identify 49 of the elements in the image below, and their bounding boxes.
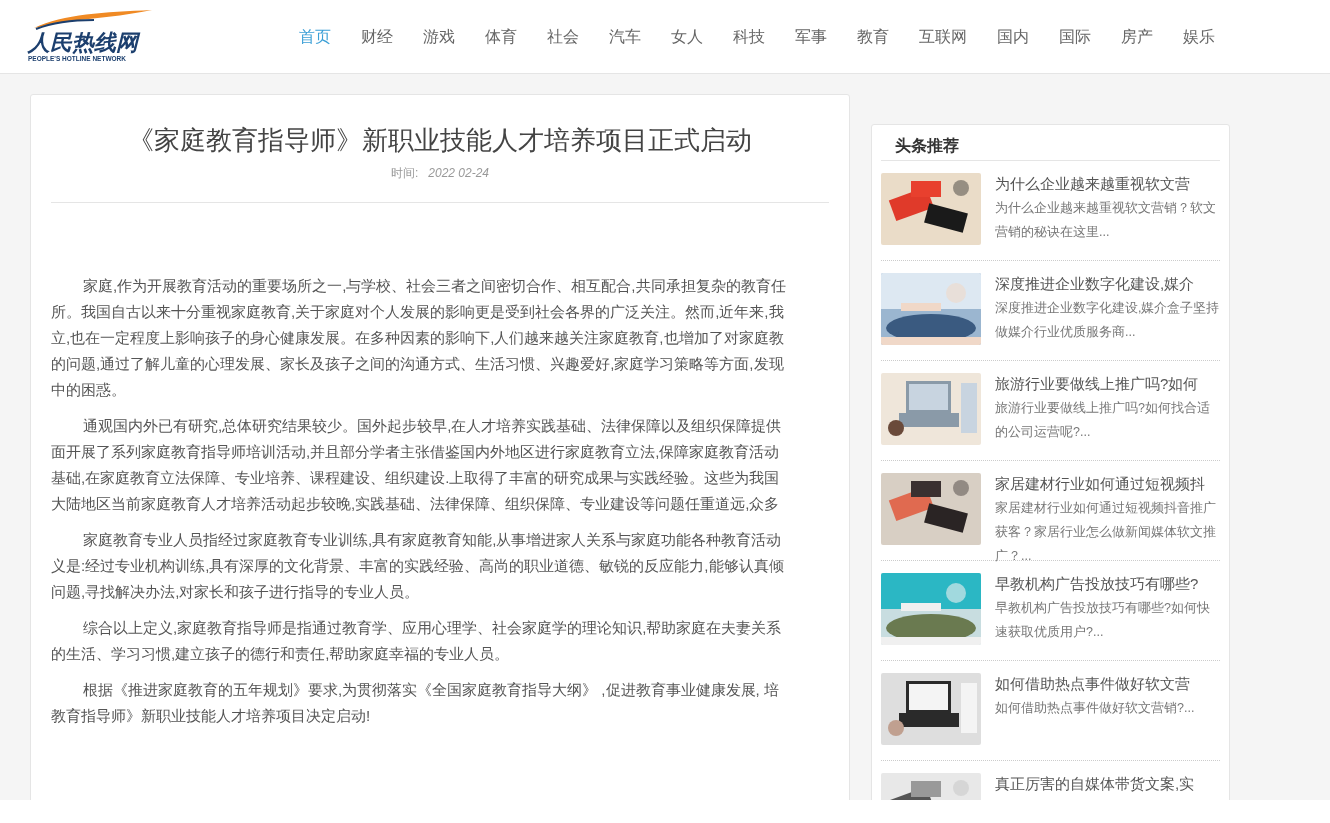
- nav-link[interactable]: 国内: [982, 24, 1044, 49]
- swoosh-icon: [34, 7, 152, 30]
- section-heading: 头条推荐: [895, 137, 959, 154]
- nav-link[interactable]: 社会: [532, 24, 594, 49]
- article-summary: 为什么企业越来越重视软文营销？软文营销的秘诀在这里...: [995, 200, 1217, 241]
- date-text: 2022 02-24: [428, 165, 490, 182]
- paragraph-line: 的生活、学习习惯,建立孩子的德行和责任,帮助家庭幸福的专业人员。: [51, 644, 510, 664]
- nav-link[interactable]: 教育: [842, 24, 904, 49]
- nav-link[interactable]: 互联网: [904, 24, 982, 49]
- nav-link[interactable]: 游戏: [408, 24, 470, 49]
- paragraph-line: 面开展了系列家庭教育指导师培训活动,并且部分学者主张借鉴国内外地区进行家庭教育立法,保障家庭教育活动: [51, 442, 780, 462]
- paragraph-line: 基础,在家庭教育立法保障、专业培养、课程建设、组织建设.上取得了丰富的研究成果与实践经验。这些为我国: [51, 468, 780, 488]
- article-link[interactable]: 早教机构广告投放技巧有哪些?: [995, 573, 1199, 595]
- paragraph-line: 家庭,作为开展教育活动的重要场所之一,与学校、社会三者之间密切合作、相互配合,共同承担复杂的教育任: [82, 276, 786, 296]
- paragraph-line: 家庭教育专业人员指经过家庭教育专业训练,具有家庭教育知能,从事增进家人关系与家庭功能各种教育活动: [82, 530, 782, 550]
- nav-link[interactable]: 汽车: [594, 24, 656, 49]
- nav-link[interactable]: 军事: [780, 24, 842, 49]
- nav-link[interactable]: 娱乐: [1168, 24, 1230, 49]
- article-link[interactable]: 深度推进企业数字化建设,媒介: [995, 273, 1195, 295]
- paragraph-line: 中的困惑。: [51, 380, 126, 400]
- article-link[interactable]: 旅游行业要做线上推广吗?如何: [995, 373, 1199, 395]
- article-summary: 家居建材行业如何通过短视频抖音推广获客？家居行业怎么做新闻媒体软文推广？...: [995, 500, 1217, 565]
- nav-link[interactable]: 科技: [718, 24, 780, 49]
- article-link[interactable]: 真正厉害的自媒体带货文案,实: [995, 773, 1195, 795]
- nav-link[interactable]: 房产: [1106, 24, 1168, 49]
- nav-link[interactable]: 女人: [656, 24, 718, 49]
- paragraph-line: 所。我国自古以来十分重视家庭教育,关于家庭对个人发展的影响更是受到社会各界的广泛关注。然而,近年来,我: [51, 302, 784, 322]
- article-link[interactable]: 为什么企业越来越重视软文营: [995, 173, 1190, 195]
- paragraph-line: 的问题,通过了解儿童的心理发展、家长及孩子之间的沟通方式、生活习惯、兴趣爱好,家庭学习策略等方面,发现: [51, 354, 784, 374]
- paragraph-line: 教育指导师》新职业技能人才培养项目决定启动!: [51, 706, 371, 726]
- nav-link[interactable]: 体育: [470, 24, 532, 49]
- nav-link[interactable]: 国际: [1044, 24, 1106, 49]
- article-summary: 深度推进企业数字化建设,媒介盒子坚持做媒介行业优质服务商...: [995, 300, 1220, 341]
- paragraph-line: 大陆地区当前家庭教育人才培养活动起步较晚,实践基础、法律保障、组织保障、专业建设等问题任重道远,众多: [51, 494, 780, 514]
- article-link[interactable]: 如何借助热点事件做好软文营: [995, 673, 1190, 695]
- time-label: 时间:: [390, 165, 419, 182]
- article-summary: 旅游行业要做线上推广吗?如何找合适的公司运营呢?...: [995, 400, 1211, 441]
- nav-link[interactable]: 财经: [346, 24, 408, 49]
- paragraph-line: 立,也在一定程度上影响孩子的身心健康发展。在多种因素的影响下,人们越来越关注家庭教育,也增加了对家庭教: [51, 328, 784, 348]
- logo-text: 人民热线网: [28, 32, 270, 55]
- article-summary: 如何借助热点事件做好软文营销?...: [995, 700, 1196, 717]
- paragraph-line: 根据《推进家庭教育的五年规划》要求,为贯彻落实《全国家庭教育指导大纲》 ,促进教育事业健康发展, 培: [82, 680, 779, 700]
- paragraph-line: 通观国内外已有研究,总体研究结果较少。国外起步较早,在人才培养实践基础、法律保障以及组织保障提供: [82, 416, 782, 436]
- article-link[interactable]: 家居建材行业如何通过短视频抖: [995, 473, 1205, 495]
- article-title: 《家庭教育指导师》新职业技能人才培养项目正式启动: [127, 124, 753, 157]
- paragraph-line: 问题,寻找解决办法,对家长和孩子进行指导的专业人员。: [51, 582, 420, 602]
- paragraph-line: 义是:经过专业机构训练,具有深厚的文化背景、丰富的实践经验、高尚的职业道德、敏锐的反应能力,能够认真倾: [51, 556, 784, 576]
- paragraph-line: 综合以上定义,家庭教育指导师是指通过教育学、应用心理学、社会家庭学的理论知识,帮助家庭在夫妻关系: [82, 618, 782, 638]
- article-summary: 早教机构广告投放技巧有哪些?如何快速获取优质用户?...: [995, 600, 1211, 641]
